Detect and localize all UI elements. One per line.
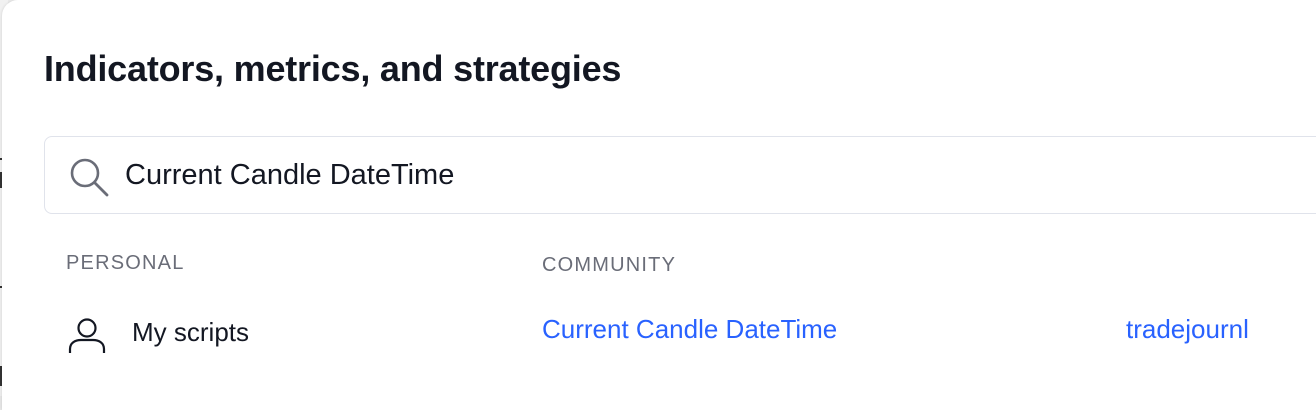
search-box[interactable] xyxy=(44,136,1316,214)
section-label-community: COMMUNITY xyxy=(542,254,677,276)
user-icon xyxy=(68,318,106,353)
community-result-name[interactable]: Current Candle DateTime xyxy=(542,314,837,345)
indicators-dialog: Indicators, metrics, and strategies PERS… xyxy=(2,0,1316,410)
personal-item-label: My scripts xyxy=(132,317,249,347)
community-result-author[interactable]: tradejournl xyxy=(1126,314,1249,345)
search-input[interactable] xyxy=(125,151,1225,199)
section-label-personal: PERSONAL xyxy=(66,252,185,274)
search-icon xyxy=(70,158,109,197)
dialog-title: Indicators, metrics, and strategies xyxy=(44,48,622,89)
personal-item-my-scripts[interactable]: My scripts xyxy=(66,306,366,360)
